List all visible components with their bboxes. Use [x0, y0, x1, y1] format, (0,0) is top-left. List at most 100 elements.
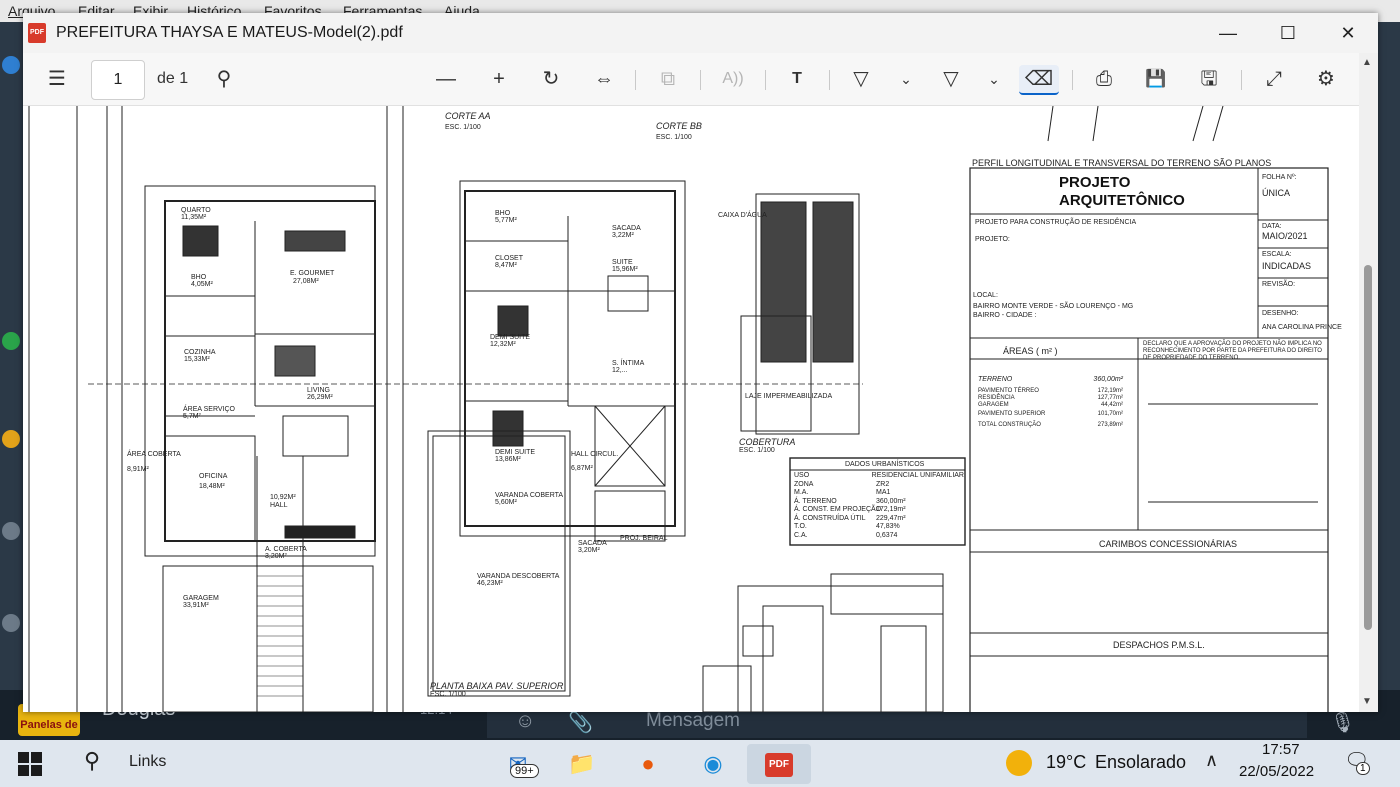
room-label: GARAGEM [183, 595, 219, 602]
eraser-icon[interactable]: ⌫ [1019, 65, 1059, 95]
weather-temperature[interactable]: 19°C [1046, 752, 1086, 773]
bg-chat-avatar-icon[interactable] [2, 56, 20, 74]
draw-dropdown-icon[interactable]: ⌄ [888, 65, 924, 93]
dados-value: MA1 [876, 489, 891, 496]
message-input[interactable]: Mensagem [646, 710, 740, 732]
file-explorer-icon[interactable]: 📁 [562, 744, 602, 784]
search-icon[interactable]: ⚲ [84, 748, 100, 774]
dados-value: ZR2 [876, 480, 890, 488]
fit-width-icon[interactable]: ⇔ [586, 65, 622, 93]
microphone-icon[interactable]: 🎙 [1330, 710, 1355, 735]
plan-label: LAJE IMPERMEABILIZADA [745, 393, 833, 400]
room-label: COZINHA [184, 349, 216, 356]
search-icon[interactable]: ⚲ [206, 65, 242, 93]
room-area: 5,7M² [183, 413, 201, 420]
windows-start-icon[interactable] [18, 752, 42, 776]
taskbar-search-label[interactable]: Links [129, 753, 166, 771]
pdf-reader-taskbar-icon[interactable]: PDF [747, 744, 811, 784]
clock-time[interactable]: 17:57 [1262, 741, 1300, 758]
scroll-down-icon[interactable]: ▼ [1362, 696, 1372, 707]
clock-date[interactable]: 22/05/2022 [1239, 763, 1314, 780]
maximize-button[interactable]: ☐ [1258, 13, 1318, 53]
zoom-in-button[interactable]: + [481, 65, 517, 93]
projeto-label: PROJETO: [975, 236, 1010, 243]
room-area: 3,20M² [578, 547, 600, 554]
settings-icon[interactable]: ⚙ [1308, 65, 1344, 93]
firefox-icon[interactable]: ● [628, 744, 668, 784]
room-label: CLOSET [495, 255, 524, 262]
print-icon[interactable]: ⎙ [1086, 65, 1122, 93]
revisao-label: REVISÃO: [1262, 281, 1296, 288]
save-as-icon[interactable]: 🖫 [1191, 65, 1227, 93]
plan-label: CORTE BB [656, 121, 702, 131]
chevron-up-icon[interactable]: ∧ [1205, 750, 1218, 771]
bg-chat-avatar-icon[interactable] [2, 430, 20, 448]
vertical-scrollbar[interactable]: ▲ ▼ [1359, 53, 1378, 712]
sun-icon[interactable] [1006, 750, 1032, 776]
page-view-icon[interactable]: ⧉ [650, 65, 686, 93]
title-bar[interactable]: PDF PREFEITURA THAYSA E MATEUS-Model(2).… [23, 13, 1378, 53]
area-key: PAVIMENTO TÉRREO [978, 388, 1039, 394]
dados-key: C.A. [794, 531, 808, 539]
area-key: TERRENO [978, 376, 1013, 383]
area-value: 360,00m² [1093, 376, 1123, 383]
room-label: DEMI SUITE [490, 334, 531, 341]
room-area: 3,22M² [612, 232, 634, 239]
room-label: BHO [191, 274, 207, 281]
room-area: 27,08M² [293, 278, 319, 285]
dados-row: Á. CONST. EM PROJEÇÃO 172,19m² [794, 506, 964, 515]
room-area: 3,20M² [265, 553, 287, 560]
room-area: 8,91M² [127, 466, 149, 473]
bg-chat-avatar-icon[interactable] [2, 332, 20, 350]
highlight-dropdown-icon[interactable]: ⌄ [976, 65, 1012, 93]
area-value: 172,19m² [1097, 388, 1123, 394]
room-label: ÁREA SERVIÇO [183, 406, 236, 413]
edge-icon[interactable]: ◉ [693, 744, 733, 784]
bairro-label: BAIRRO - CIDADE : [973, 312, 1037, 319]
projeto-title: PROJETO [1059, 174, 1131, 191]
dados-key: T.O. [794, 523, 807, 530]
zoom-out-button[interactable]: — [428, 65, 464, 93]
room-area: 10,92M² [270, 494, 296, 501]
room-area: 15,33M² [184, 356, 210, 363]
close-button[interactable]: ✕ [1318, 13, 1378, 53]
dados-table: USO RESIDENCIAL UNIFAMILIAR ZONA ZR2 M.A. M… [794, 472, 964, 540]
plan-label: CAIXA D'ÁGUA [718, 212, 767, 219]
desenho-value: ANA CAROLINA PRINCE [1262, 324, 1342, 331]
perfil-note: PERFIL LONGITUDINAL E TRANSVERSAL DO TER… [972, 158, 1272, 168]
attach-icon[interactable]: 📎 [568, 710, 598, 734]
read-aloud-icon[interactable]: A)) [715, 65, 751, 93]
emoji-icon[interactable]: ☺ [515, 710, 545, 732]
room-area: 4,05M² [191, 281, 213, 288]
rotate-icon[interactable]: ↻ [533, 65, 569, 93]
room-label: S. ÍNTIMA [612, 360, 645, 367]
pdf-app-icon: PDF [765, 753, 793, 778]
area-key: GARAGEM [978, 402, 1009, 408]
desenho-label: DESENHO: [1262, 310, 1299, 317]
fullscreen-icon[interactable]: ⤢ [1256, 65, 1292, 93]
toolbar-divider [635, 70, 636, 90]
carimbos-label: CARIMBOS CONCESSIONÁRIAS [1099, 539, 1238, 549]
minimize-button[interactable]: — [1198, 13, 1258, 53]
add-text-icon[interactable]: T [779, 65, 815, 93]
scroll-thumb[interactable] [1364, 265, 1372, 630]
page-number-input[interactable]: 1 [91, 60, 145, 100]
bg-chat-avatar-icon[interactable] [2, 522, 20, 540]
scroll-up-icon[interactable]: ▲ [1362, 57, 1372, 68]
bg-chat-avatar-icon[interactable] [2, 614, 20, 632]
pdf-document-canvas[interactable]: CORTE AA ESC. 1/100 CORTE BB ESC. 1/100 … [23, 106, 1359, 712]
dados-row: M.A. MA1 [794, 489, 964, 498]
room-area: 26,29M² [307, 394, 333, 401]
room-area: 18,48M² [199, 483, 225, 490]
areas-row: PAVIMENTO TÉRREO 172,19m² [978, 388, 1123, 395]
notification-count: 1 [1356, 762, 1370, 775]
weather-description[interactable]: Ensolarado [1095, 752, 1186, 773]
save-icon[interactable]: 💾 [1138, 65, 1174, 93]
plan-label: ESC. 1/100 [445, 124, 481, 131]
contents-icon[interactable]: ☰ [39, 65, 75, 93]
highlight-icon[interactable]: ▽ [933, 65, 969, 93]
toolbar-divider [1072, 70, 1073, 90]
draw-icon[interactable]: ▽ [843, 65, 879, 93]
dados-row: Á. CONSTRUÍDA ÚTIL 229,47m² [794, 515, 964, 524]
dados-title: DADOS URBANÍSTICOS [845, 461, 925, 468]
